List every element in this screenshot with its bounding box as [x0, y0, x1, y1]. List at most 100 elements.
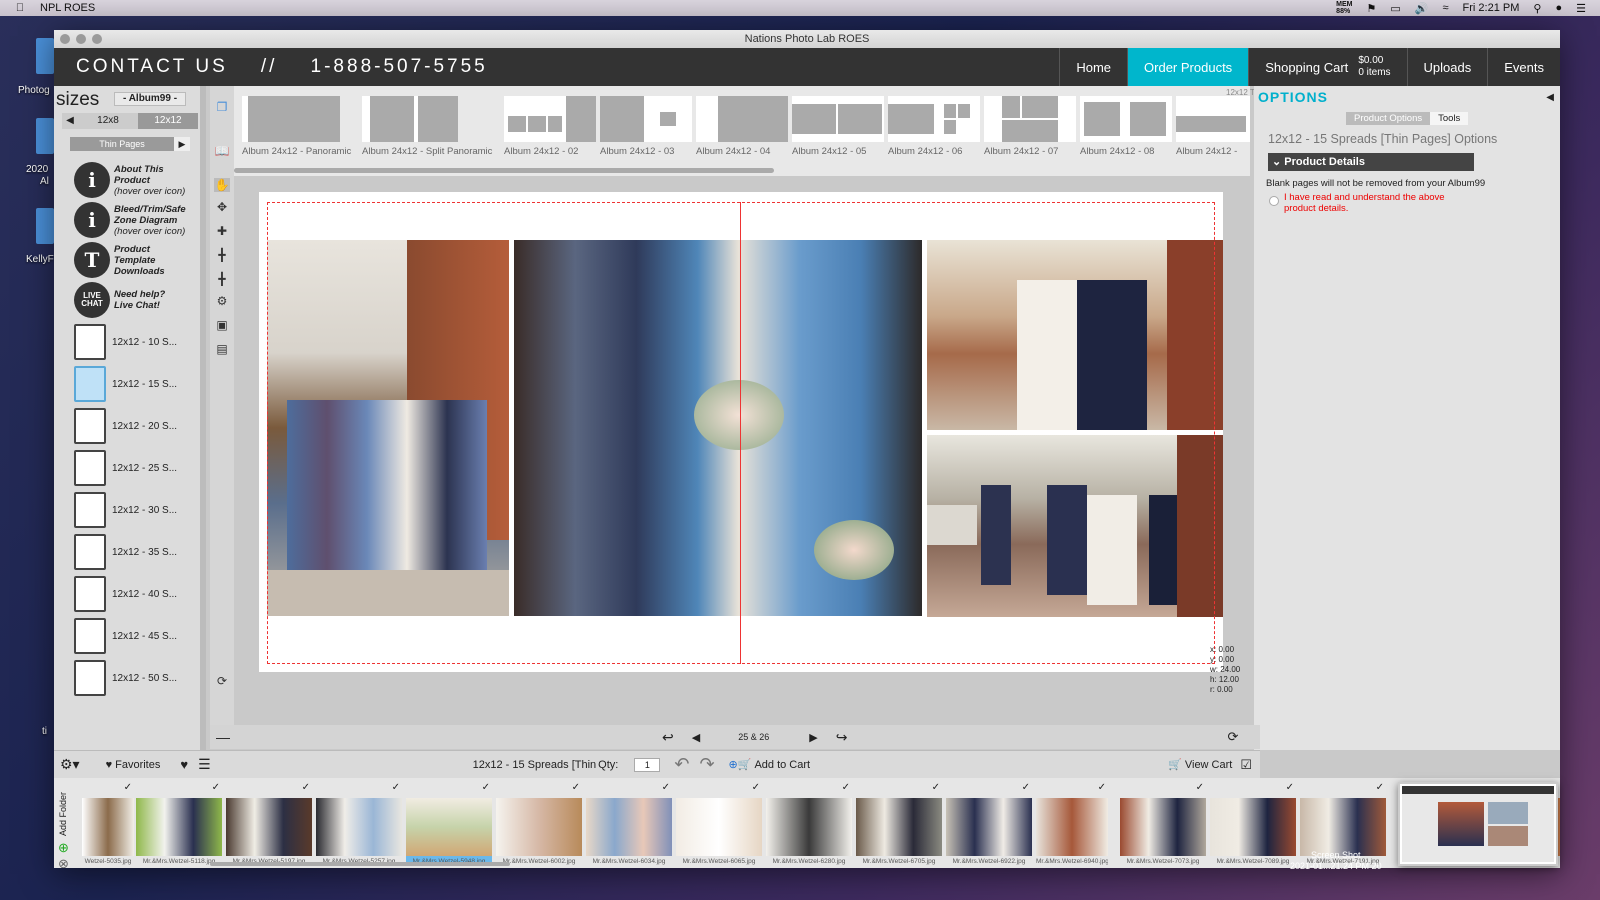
- nav-events[interactable]: Events: [1487, 48, 1560, 86]
- nav-order-products[interactable]: Order Products: [1127, 48, 1249, 86]
- flag-icon[interactable]: ⚑: [1367, 2, 1377, 15]
- template-scrollbar[interactable]: [234, 168, 774, 173]
- add-to-cart-button[interactable]: ⊕🛒 Add to Cart: [729, 758, 811, 772]
- refresh-icon[interactable]: ⟳: [1227, 729, 1238, 745]
- hand-tool-icon[interactable]: ✋: [214, 178, 230, 192]
- settings-gear-icon[interactable]: ⚙▾: [60, 756, 80, 773]
- crosshair-icon[interactable]: ✚: [214, 224, 230, 238]
- template-04[interactable]: Album 24x12 - 04: [696, 96, 788, 157]
- spotlight-icon[interactable]: ⚲: [1533, 2, 1541, 15]
- add-circle-icon[interactable]: ⊕: [58, 840, 69, 856]
- nav-shopping-cart[interactable]: Shopping Cart $0.00 0 items: [1248, 48, 1406, 86]
- screenshot-thumbnail[interactable]: [1398, 782, 1558, 866]
- product-details-section[interactable]: ⌄ Product Details: [1268, 153, 1474, 171]
- wifi-icon[interactable]: ≈: [1443, 2, 1449, 14]
- film-image-selected[interactable]: ✓Mr.&Mrs.Wetzel-5948.jpg: [406, 782, 492, 865]
- rotate-icon[interactable]: ⟳: [214, 674, 230, 688]
- template-downloads-link[interactable]: T Product Template Downloads: [74, 242, 194, 278]
- film-image[interactable]: ✓ Mr.&Mrs.Wetzel-6065.jpg: [676, 782, 762, 865]
- apple-menu-icon[interactable]: : [0, 2, 40, 14]
- spread-option-45[interactable]: 12x12 - 45 S...: [74, 616, 190, 656]
- volume-icon[interactable]: 🔊: [1415, 2, 1429, 15]
- layers-icon[interactable]: ☰: [198, 756, 211, 773]
- film-image[interactable]: ✓ Wetzel-5035.jpg: [82, 782, 134, 865]
- thin-pages-select[interactable]: Thin Pages: [70, 137, 174, 151]
- spread-option-20[interactable]: 12x12 - 20 S...: [74, 406, 190, 446]
- bleed-trim-safe-info[interactable]: i Bleed/Trim/Safe Zone Diagram (hover over…: [74, 202, 194, 238]
- favorites-button[interactable]: ♥ Favorites: [106, 759, 161, 771]
- desktop-folder-icon[interactable]: [36, 118, 54, 154]
- film-image[interactable]: ✓Mr.&Mrs.Wetzel-5257.jpg: [316, 782, 402, 865]
- airplay-icon[interactable]: ▭: [1390, 2, 1400, 15]
- tab-product-options[interactable]: Product Options: [1346, 112, 1431, 125]
- move-tool-icon[interactable]: ✥: [214, 200, 230, 214]
- about-product-info[interactable]: i About This Product (hover over icon): [74, 162, 194, 198]
- album-select[interactable]: - Album99 -: [114, 92, 186, 106]
- agree-radio[interactable]: [1269, 196, 1279, 206]
- app-menu-name[interactable]: NPL ROES: [40, 2, 95, 14]
- nav-home[interactable]: Home: [1059, 48, 1127, 86]
- film-image[interactable]: ✓Mr.&Mrs.Wetzel-5197.jpg: [226, 782, 312, 865]
- live-chat-link[interactable]: LIVE CHAT Need help? Live Chat!: [74, 282, 194, 318]
- redo-page-icon[interactable]: ↪: [836, 729, 848, 746]
- nav-uploads[interactable]: Uploads: [1406, 48, 1488, 86]
- film-image[interactable]: ✓ Mr.&Mrs.Wetzel-6002.jpg: [496, 782, 582, 865]
- film-image[interactable]: ✓ Mr.&Mrs.Wetzel-6940.jpg: [1036, 782, 1108, 865]
- view-cart-button[interactable]: 🛒 View Cart: [1168, 758, 1232, 772]
- spread-option-30[interactable]: 12x12 - 30 S...: [74, 490, 190, 530]
- desktop-folder-icon[interactable]: [36, 38, 54, 74]
- template-panoramic[interactable]: Album 24x12 - Panoramic: [242, 96, 351, 157]
- settings-icon[interactable]: ⚙: [214, 294, 230, 308]
- film-image[interactable]: ✓ Mr.&Mrs.Wetzel-6034.jpg: [586, 782, 672, 865]
- spread-option-15[interactable]: 12x12 - 15 S...: [74, 364, 190, 404]
- undo-page-icon[interactable]: ↩: [662, 729, 674, 746]
- spread-option-50[interactable]: 12x12 - 50 S...: [74, 658, 190, 698]
- film-image[interactable]: ✓ Mr.&Mrs.Wetzel-5118.jpg: [136, 782, 222, 865]
- film-image[interactable]: ✓ Mr.&Mrs.Wetzel-7073.jpg: [1120, 782, 1206, 865]
- distribute-icon[interactable]: ╋: [214, 272, 230, 286]
- collapse-panel-icon[interactable]: ◀: [1546, 92, 1554, 103]
- contact-us-banner[interactable]: CONTACT US // 1-888-507-5755: [54, 56, 488, 78]
- redo-icon[interactable]: ↷: [699, 754, 714, 775]
- qty-input[interactable]: 1: [634, 757, 661, 772]
- menu-list-icon[interactable]: ☰: [1576, 2, 1586, 15]
- copy-page-icon[interactable]: ❐: [214, 100, 230, 114]
- frame-icon[interactable]: ▣: [214, 318, 230, 332]
- next-page-arrow-icon[interactable]: ▶: [809, 731, 817, 744]
- film-image[interactable]: ✓ Mr.&Mrs.Wetzel-6705.jpg: [856, 782, 942, 865]
- add-favorite-icon[interactable]: ♥: [180, 757, 188, 772]
- template-07[interactable]: Album 24x12 - 07: [984, 96, 1076, 157]
- template-02[interactable]: Album 24x12 - 02: [504, 96, 596, 157]
- left-panel-scrollbar[interactable]: [200, 86, 206, 750]
- desktop-folder-icon[interactable]: [36, 208, 54, 244]
- film-image[interactable]: ✓ Mr.&Mrs.Wetzel-7089.jpg: [1210, 782, 1296, 865]
- clock[interactable]: Fri 2:21 PM: [1463, 2, 1520, 14]
- template-03[interactable]: Album 24x12 - 03: [600, 96, 692, 157]
- film-image[interactable]: ✓ Mr.&Mrs.Wetzel-6280.jpg: [766, 782, 852, 865]
- template-06[interactable]: Album 24x12 - 06: [888, 96, 980, 157]
- undo-icon[interactable]: ↶: [674, 754, 689, 775]
- thin-pages-arrow-icon[interactable]: ▶: [174, 137, 190, 151]
- size-tab-12x12[interactable]: 12x12: [138, 113, 198, 129]
- book-view-icon[interactable]: 📖: [214, 144, 230, 158]
- template-05[interactable]: Album 24x12 - 05: [792, 96, 884, 157]
- filmstrip-scrollbar[interactable]: [210, 862, 510, 866]
- spread-option-10[interactable]: 12x12 - 10 S...: [74, 322, 190, 362]
- template-09[interactable]: Album 24x12 -: [1176, 96, 1250, 157]
- text-box-icon[interactable]: ▤: [214, 342, 230, 356]
- align-icon[interactable]: ╋: [214, 248, 230, 262]
- spread-option-40[interactable]: 12x12 - 40 S...: [74, 574, 190, 614]
- size-tab-12x8[interactable]: 12x8: [78, 113, 138, 129]
- add-folder-button[interactable]: Add Folder: [58, 786, 72, 836]
- size-prev-arrow-icon[interactable]: ◀: [62, 113, 78, 129]
- remove-circle-icon[interactable]: ⊗: [58, 856, 69, 868]
- prev-page-arrow-icon[interactable]: ◀: [692, 731, 700, 744]
- template-08[interactable]: Album 24x12 - 08: [1080, 96, 1172, 157]
- template-split-panoramic[interactable]: Album 24x12 - Split Panoramic: [362, 96, 492, 157]
- checkout-check-icon[interactable]: ☑: [1240, 757, 1252, 773]
- tab-tools[interactable]: Tools: [1430, 112, 1469, 125]
- spread-option-25[interactable]: 12x12 - 25 S...: [74, 448, 190, 488]
- zoom-out-icon[interactable]: —: [216, 729, 230, 745]
- film-image[interactable]: ✓ Mr.&Mrs.Wetzel-6922.jpg: [946, 782, 1032, 865]
- siri-icon[interactable]: ●: [1555, 2, 1562, 14]
